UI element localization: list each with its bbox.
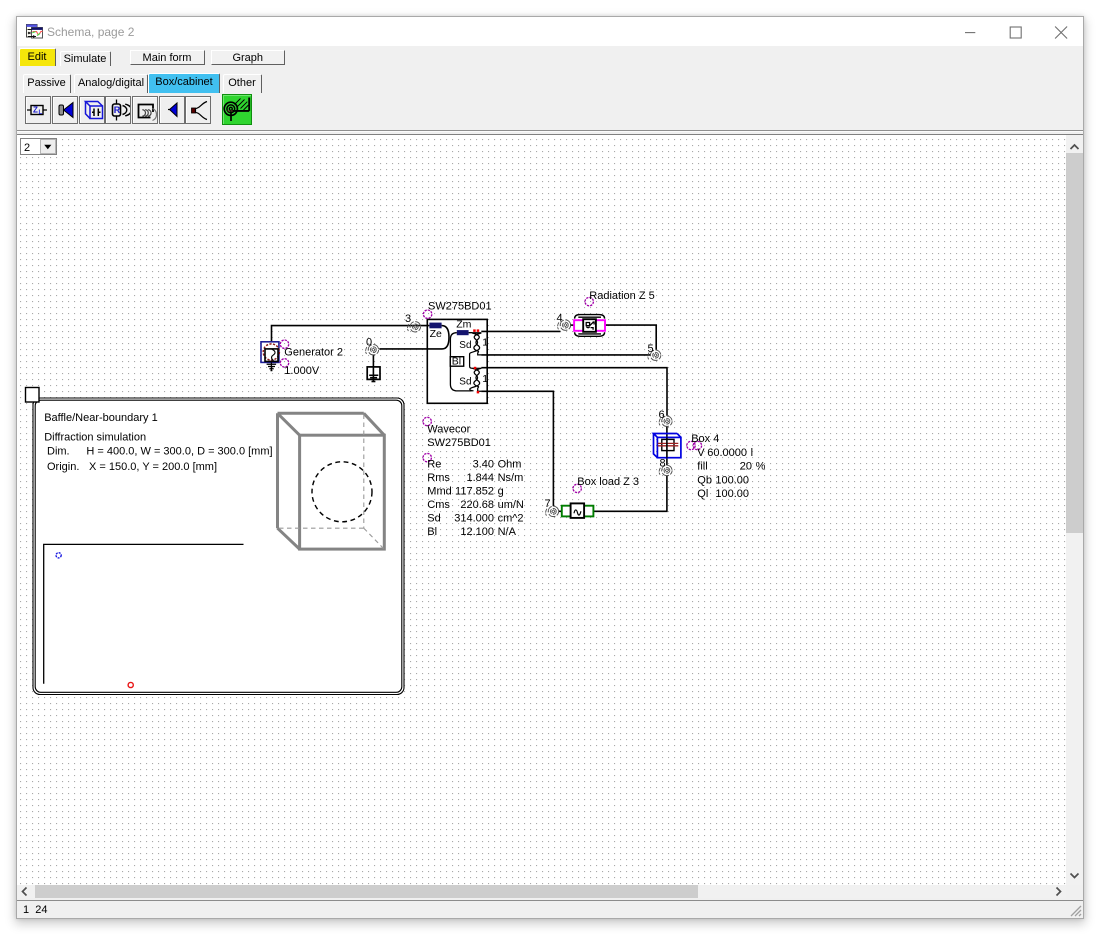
svg-text:314.000: 314.000 [454, 513, 494, 525]
svg-text:Box 4: Box 4 [691, 433, 719, 445]
svg-text:Cms: Cms [427, 499, 450, 511]
svg-text:cm^2: cm^2 [498, 513, 524, 525]
svg-text:1.844: 1.844 [466, 472, 494, 484]
svg-text:l: l [751, 447, 753, 459]
svg-text:Origin.: Origin. [47, 461, 79, 473]
svg-text:Zm: Zm [456, 319, 471, 331]
svg-text:Wavecor: Wavecor [427, 423, 470, 435]
svg-text:6: 6 [659, 409, 665, 421]
svg-text:Bl: Bl [427, 526, 437, 538]
svg-text:3: 3 [405, 313, 411, 325]
svg-text:100.00: 100.00 [715, 488, 749, 500]
svg-text:Ohm: Ohm [498, 459, 522, 471]
svg-text:fill: fill [697, 461, 707, 473]
svg-text:SW275BD01: SW275BD01 [428, 301, 492, 313]
svg-text:H = 400.0, W = 300.0, D = 300.: H = 400.0, W = 300.0, D = 300.0 [mm] [86, 445, 272, 457]
svg-text:Mmd: Mmd [427, 486, 451, 498]
svg-text:5: 5 [648, 343, 654, 355]
svg-text:Qb: Qb [697, 474, 712, 486]
svg-text:um/N: um/N [498, 499, 524, 511]
svg-text:4: 4 [557, 313, 563, 325]
svg-text:Box load Z 3: Box load Z 3 [577, 476, 639, 488]
svg-text:117.852: 117.852 [455, 486, 494, 498]
svg-text:R: R [114, 105, 121, 115]
svg-text:SW275BD01: SW275BD01 [427, 437, 491, 449]
svg-text:220.68: 220.68 [460, 499, 494, 511]
svg-text:3.40: 3.40 [473, 459, 494, 471]
svg-text:1: 1 [482, 373, 488, 385]
svg-text:%: % [756, 461, 766, 473]
svg-text:Generator 2: Generator 2 [284, 346, 343, 358]
svg-text:Ns/m: Ns/m [498, 472, 524, 484]
svg-text:X = 150.0, Y = 200.0 [mm]: X = 150.0, Y = 200.0 [mm] [89, 461, 217, 473]
svg-text:L: L [39, 110, 43, 116]
svg-text:Baffle/Near-boundary 1: Baffle/Near-boundary 1 [44, 412, 158, 424]
svg-text:Diffraction simulation: Diffraction simulation [44, 431, 146, 443]
svg-text:Sd: Sd [459, 377, 471, 388]
svg-text:Ql: Ql [697, 488, 708, 500]
svg-text:60.0000: 60.0000 [707, 447, 747, 459]
svg-text:Bl: Bl [452, 356, 461, 368]
svg-text:Re: Re [427, 459, 441, 471]
svg-text:1.000V: 1.000V [284, 365, 320, 377]
svg-text:1: 1 [482, 337, 488, 349]
svg-text:g: g [498, 486, 504, 498]
svg-text:Sd: Sd [459, 340, 471, 351]
svg-text:12.100: 12.100 [460, 526, 494, 538]
svg-text:Ze: Ze [430, 328, 442, 340]
svg-text:0: 0 [366, 337, 372, 349]
svg-text:100.00: 100.00 [715, 474, 749, 486]
svg-text:Sd: Sd [427, 513, 440, 525]
svg-text:7: 7 [545, 498, 551, 510]
svg-text:20: 20 [740, 461, 752, 473]
svg-text:Dim.: Dim. [47, 445, 70, 457]
svg-text:Radiation Z 5: Radiation Z 5 [589, 290, 654, 302]
svg-text:Z: Z [33, 106, 38, 115]
svg-text:2: 2 [24, 142, 30, 154]
svg-text:N/A: N/A [498, 526, 517, 538]
svg-text:8: 8 [660, 458, 666, 470]
svg-text:Rms: Rms [427, 472, 450, 484]
svg-text:V: V [697, 447, 705, 459]
